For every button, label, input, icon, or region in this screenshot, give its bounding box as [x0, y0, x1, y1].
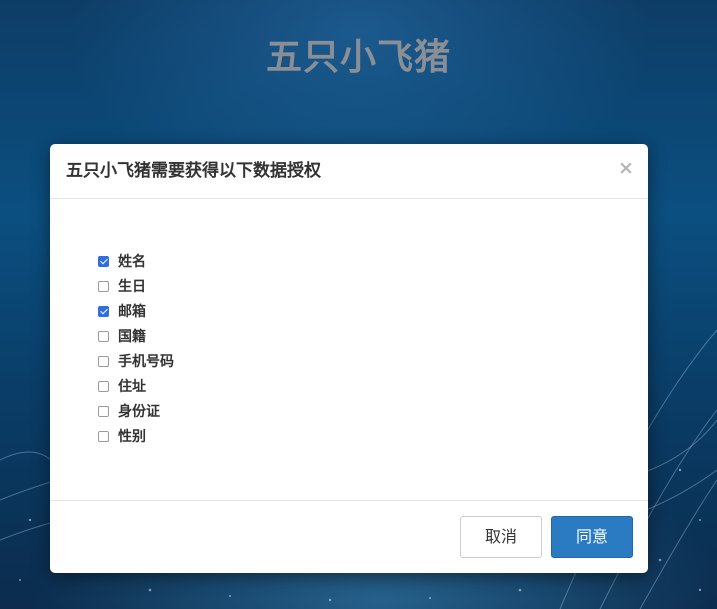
- permission-label: 性别: [118, 428, 146, 445]
- app-title: 五只小飞猪: [265, 37, 451, 78]
- permission-label: 国籍: [118, 328, 146, 345]
- permission-list: 姓名 生日 邮箱 国籍 手机号码 住址 身份证 性别: [98, 249, 174, 449]
- close-icon[interactable]: ×: [618, 158, 634, 178]
- permission-item-birthday[interactable]: 生日: [98, 274, 174, 299]
- permission-item-gender[interactable]: 性别: [98, 424, 174, 449]
- address-checkbox[interactable]: [98, 381, 109, 392]
- email-checkbox[interactable]: [98, 306, 109, 317]
- cancel-button[interactable]: 取消: [460, 516, 542, 558]
- permission-item-phone[interactable]: 手机号码: [98, 349, 174, 374]
- dialog-header: 五只小飞猪需要获得以下数据授权 ×: [50, 144, 648, 199]
- permission-label: 住址: [118, 378, 146, 395]
- permission-label: 生日: [118, 278, 146, 295]
- phone-checkbox[interactable]: [98, 356, 109, 367]
- permission-label: 姓名: [118, 253, 146, 270]
- permission-item-id-card[interactable]: 身份证: [98, 399, 174, 424]
- dialog-title: 五只小飞猪需要获得以下数据授权: [66, 161, 321, 181]
- permission-label: 邮箱: [118, 303, 146, 320]
- nationality-checkbox[interactable]: [98, 331, 109, 342]
- birthday-checkbox[interactable]: [98, 281, 109, 292]
- permission-item-address[interactable]: 住址: [98, 374, 174, 399]
- authorization-dialog: 五只小飞猪需要获得以下数据授权 × 姓名 生日 邮箱 国籍 手机号码 住址 身份…: [50, 144, 648, 573]
- permission-item-email[interactable]: 邮箱: [98, 299, 174, 324]
- name-checkbox[interactable]: [98, 256, 109, 267]
- dialog-footer: 取消 同意: [50, 500, 648, 573]
- dialog-body: 姓名 生日 邮箱 国籍 手机号码 住址 身份证 性别: [50, 199, 648, 500]
- agree-button[interactable]: 同意: [551, 516, 633, 558]
- permission-label: 手机号码: [118, 353, 174, 370]
- id-card-checkbox[interactable]: [98, 406, 109, 417]
- permission-item-name[interactable]: 姓名: [98, 249, 174, 274]
- gender-checkbox[interactable]: [98, 431, 109, 442]
- permission-label: 身份证: [118, 403, 160, 420]
- permission-item-nationality[interactable]: 国籍: [98, 324, 174, 349]
